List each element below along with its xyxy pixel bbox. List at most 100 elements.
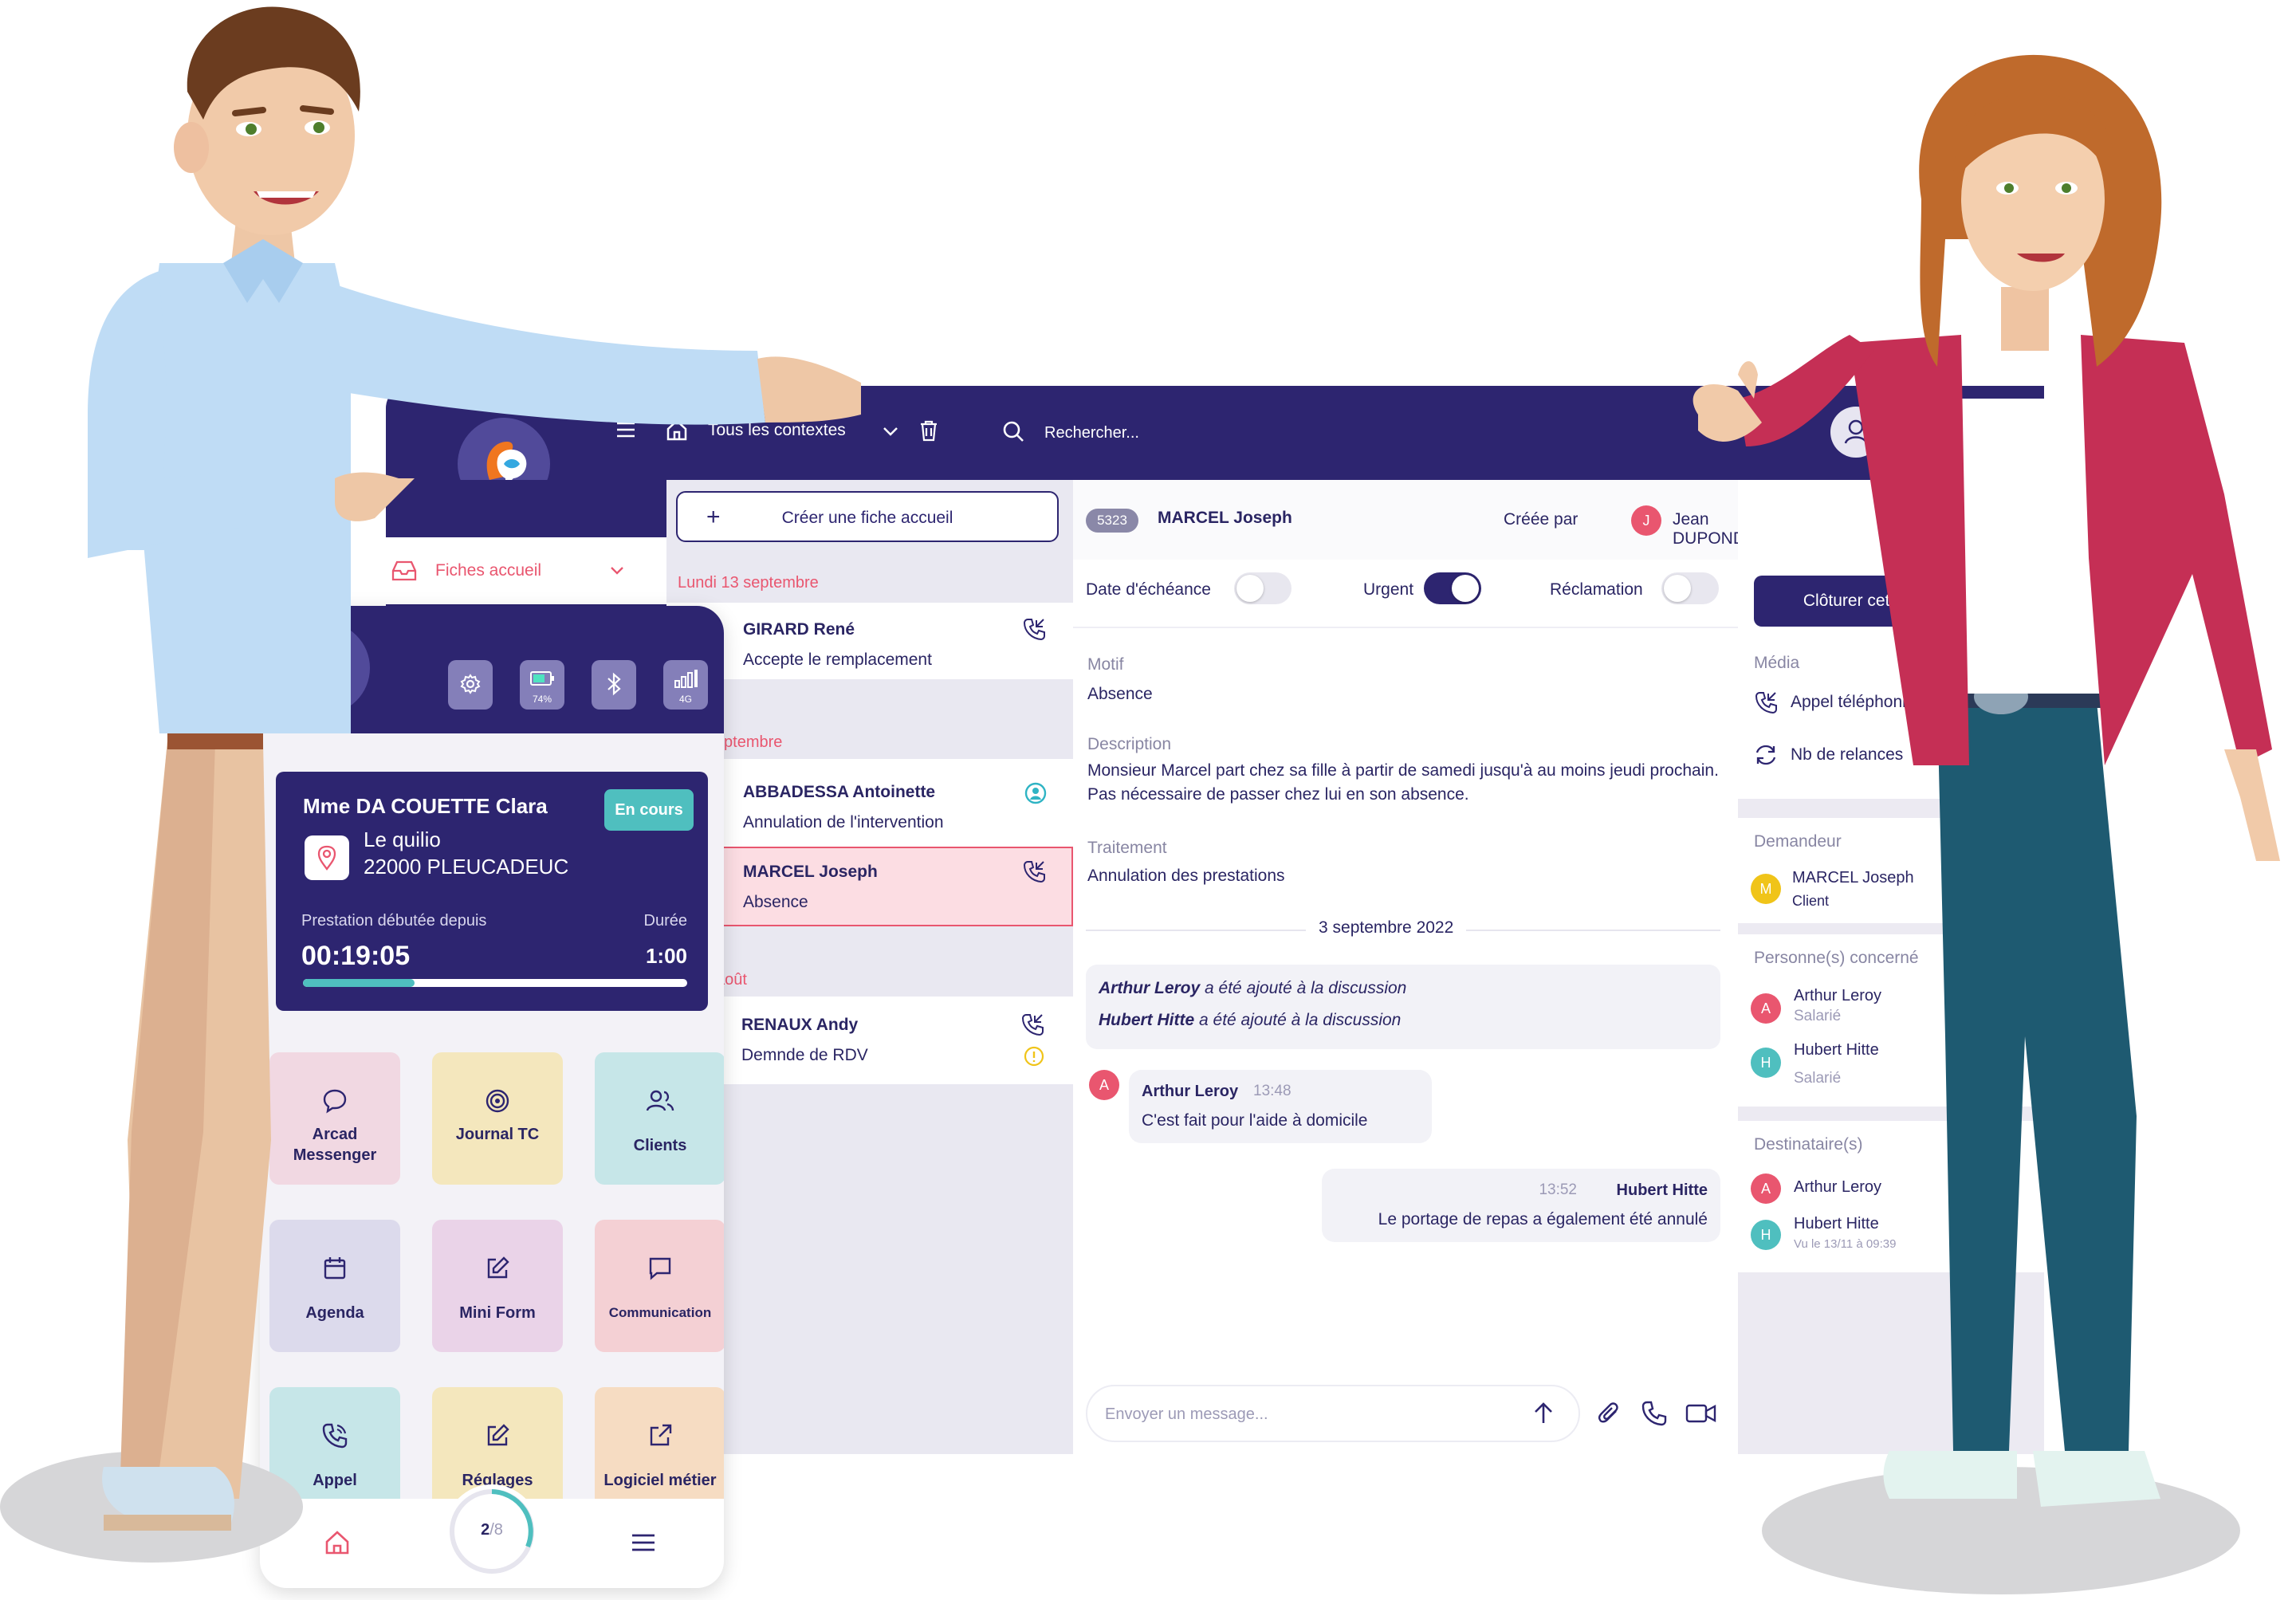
mobile-header: 74% 4G: [260, 606, 724, 733]
search-input[interactable]: Rechercher...: [1044, 424, 1139, 442]
home-icon[interactable]: [324, 1529, 351, 1560]
app-logo: [277, 622, 370, 714]
message-composer[interactable]: Envoyer un message...: [1086, 1385, 1580, 1442]
current-visit-card[interactable]: Mme DA COUETTE Clara En cours Le quilio …: [276, 772, 708, 1011]
patient-name: Mme DA COUETTE Clara: [303, 794, 548, 818]
toggle-label: Date d'échéance: [1086, 580, 1211, 599]
person-name: Hubert Hitte: [1794, 1041, 1879, 1059]
app-tile-label: Appel: [313, 1472, 357, 1489]
menu-icon[interactable]: [615, 419, 636, 444]
fiche-sidebar-right: Clôturer cette fiche Média Appel télépho…: [1738, 480, 2044, 1454]
sidebar-item-fiches-accueil[interactable]: Fiches accueil: [386, 537, 666, 604]
creator-avatar: J: [1631, 505, 1661, 536]
menu-icon[interactable]: [630, 1532, 657, 1557]
due-date-toggle[interactable]: [1234, 572, 1292, 604]
app-tile-label: Logiciel métier: [603, 1472, 717, 1489]
refresh-icon: [1754, 743, 1778, 771]
app-tile-label: Clients: [633, 1137, 687, 1154]
person-avatar: A: [1751, 993, 1781, 1024]
motif-value: Absence: [1087, 685, 1153, 703]
signal-icon: [673, 668, 698, 693]
app-tile-mini-form[interactable]: Mini Form: [432, 1220, 563, 1352]
duration-value: 1:00: [645, 944, 687, 968]
recipient-avatar: A: [1751, 1173, 1781, 1204]
user-avatar[interactable]: [1830, 407, 1881, 458]
sidebar-item-label: Fiches accueil: [435, 561, 542, 580]
list-item[interactable]: RENAUX Andy Demnde de RDV: [666, 997, 1073, 1084]
warning-icon: [1024, 1046, 1044, 1071]
traitement-value: Annulation des prestations: [1087, 867, 1285, 885]
traitement-label: Traitement: [1087, 839, 1167, 857]
search-icon[interactable]: [1001, 419, 1025, 447]
list-item-selected[interactable]: MARCEL Joseph Absence: [666, 847, 1073, 926]
mobile-bottom-bar: 2/8: [260, 1484, 724, 1588]
incoming-call-icon: [1754, 690, 1778, 718]
urgent-toggle[interactable]: [1424, 572, 1481, 604]
create-fiche-button[interactable]: + Créer une fiche accueil: [676, 491, 1059, 542]
fiche-list: + Créer une fiche accueil Lundi 13 septe…: [666, 480, 1073, 1454]
external-link-icon: [595, 1422, 724, 1453]
reclamation-toggle[interactable]: [1661, 572, 1719, 604]
user-circle-icon: [1024, 781, 1048, 809]
settings-button[interactable]: [448, 660, 493, 710]
calendar-icon: [269, 1255, 400, 1286]
incoming-call-icon: [1022, 617, 1046, 645]
send-arrow-icon[interactable]: [1531, 1401, 1556, 1430]
app-tile-label: Mini Form: [459, 1304, 536, 1322]
person-role: Salarié: [1794, 1070, 1842, 1087]
address-line-1: Le quilio: [364, 828, 441, 851]
video-call-icon[interactable]: [1685, 1401, 1717, 1429]
bluetooth-button[interactable]: [592, 660, 636, 710]
toggle-label: Réclamation: [1550, 580, 1643, 599]
context-selector[interactable]: Tous les contextes: [708, 421, 846, 440]
app-tile-label: Communication: [608, 1305, 712, 1320]
pager-current: 2: [481, 1521, 490, 1539]
battery-button[interactable]: 74%: [520, 660, 564, 710]
demandeur-role: Client: [1792, 893, 1830, 909]
network-button[interactable]: 4G: [663, 660, 708, 710]
inbox-icon: [391, 560, 418, 586]
mobile-app: 74% 4G Mme DA COUETTE Clara En cours Le …: [260, 606, 724, 1588]
description-value: Monsieur Marcel part chez sa fille à par…: [1087, 761, 1719, 804]
description-label: Description: [1087, 735, 1172, 753]
relances-label: Nb de relances: [1791, 745, 1904, 764]
pager-total: /8: [489, 1521, 503, 1539]
pager-indicator[interactable]: 2/8: [445, 1484, 539, 1578]
app-tile-agenda[interactable]: Agenda: [269, 1220, 400, 1352]
app-tile-journal-tc[interactable]: Journal TC: [432, 1052, 563, 1185]
trash-icon[interactable]: [918, 419, 939, 446]
phone-call-icon[interactable]: [1641, 1400, 1668, 1431]
users-icon: [595, 1087, 724, 1118]
fiche-detail: 5323 MARCEL Joseph Créée par J Jean DUPO…: [1073, 480, 1821, 1454]
chevron-down-icon[interactable]: [882, 423, 899, 444]
app-tile-arcad-messenger[interactable]: Arcad Messenger: [269, 1052, 400, 1185]
recipient-name: Hubert Hitte: [1794, 1215, 1879, 1232]
bluetooth-icon: [603, 671, 625, 701]
user-name: J. D: [1910, 424, 1939, 442]
demandeur-card: Demandeur M MARCEL Joseph Client: [1738, 818, 2044, 923]
message-input[interactable]: Envoyer un message...: [1105, 1405, 1268, 1424]
demandeur-avatar: M: [1751, 874, 1781, 904]
app-tile-label: Agenda: [305, 1304, 364, 1322]
app-tile-clients[interactable]: Clients: [595, 1052, 724, 1185]
status-badge: En cours: [604, 789, 694, 831]
detail-header: 5323 MARCEL Joseph Créée par J Jean DUPO…: [1073, 480, 1821, 560]
list-item[interactable]: GIRARD René Accepte le remplacement: [666, 603, 1073, 679]
message-icon: [595, 1255, 724, 1286]
list-item[interactable]: ABBADESSA Antoinette Annulation de l'int…: [666, 759, 1073, 847]
close-fiche-button[interactable]: Clôturer cette fiche: [1754, 576, 1993, 627]
created-by-label: Créée par: [1504, 510, 1578, 529]
fiche-title: MARCEL Joseph: [1158, 509, 1292, 527]
person-avatar: H: [1751, 1048, 1781, 1078]
duration-label: Durée: [643, 912, 687, 930]
recipient-note: Vu le 13/11 à 09:39: [1794, 1237, 1897, 1251]
location-pin-icon: [305, 835, 349, 880]
target-icon: [432, 1087, 563, 1118]
home-icon[interactable]: [665, 418, 689, 446]
phone-icon: [269, 1422, 400, 1453]
app-tile-communication[interactable]: Communication: [595, 1220, 724, 1352]
chevron-down-icon[interactable]: [609, 563, 625, 583]
fiche-id-badge: 5323: [1086, 509, 1138, 533]
attachment-icon[interactable]: [1596, 1400, 1623, 1431]
message-avatar: A: [1089, 1070, 1119, 1100]
